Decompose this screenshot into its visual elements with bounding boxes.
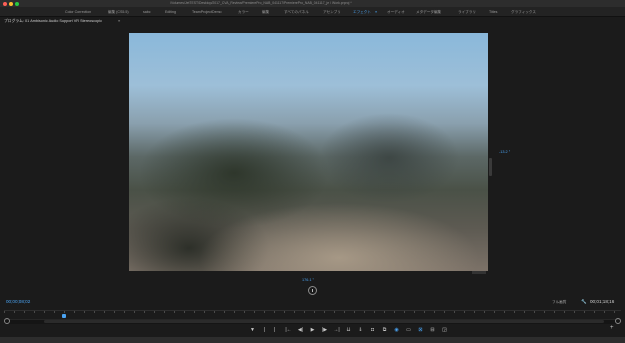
export-frame-button[interactable]: ◘ [368, 326, 377, 334]
workspace-tab-color[interactable]: カラー [238, 7, 249, 17]
play-button[interactable]: ▶ [308, 326, 317, 334]
playback-quality-select[interactable]: フル画質 [552, 300, 566, 305]
time-ruler[interactable] [4, 310, 621, 315]
add-button[interactable]: + [610, 325, 614, 331]
workspace-bar: Color Correction 編集 (CS5.5) sabc Editing… [0, 7, 625, 17]
bottom-bar [0, 337, 625, 343]
current-timecode[interactable]: 00;00;08;02 [6, 299, 30, 304]
program-video-frame[interactable] [129, 33, 488, 271]
settings-wrench-icon[interactable]: 🔧 [581, 299, 587, 305]
program-monitor-title[interactable]: プログラム: 01 Ambisonic Audio Support VR Ste… [4, 17, 102, 25]
workspace-menu-icon[interactable]: ≡ [375, 7, 377, 17]
workspace-tab-color-correction[interactable]: Color Correction [65, 7, 91, 17]
overwrite-button[interactable]: ⇓ [356, 326, 365, 334]
title-bar: /Volumes/JetTEST/Desktop/2017_CVA_Review… [0, 0, 625, 7]
workspace-tab-titles[interactable]: Titles [489, 7, 497, 17]
window-title: /Volumes/JetTEST/Desktop/2017_CVA_Review… [170, 1, 352, 5]
frame-edge-handle [472, 271, 486, 274]
vr-pan-slider[interactable] [489, 158, 492, 176]
workspace-tab-editing[interactable]: Editing [165, 7, 176, 17]
workspace-tab-edit-cs55[interactable]: 編集 (CS5.5) [108, 7, 129, 17]
step-back-button[interactable]: ◀| [296, 326, 305, 334]
program-monitor-header: プログラム: 01 Ambisonic Audio Support VR Ste… [0, 17, 625, 25]
workspace-tab-metadata-editing[interactable]: メタデータ編集 [416, 7, 441, 17]
go-to-in-button[interactable]: |← [284, 326, 293, 334]
add-marker-button[interactable]: ▼ [248, 326, 257, 334]
go-to-out-button[interactable]: →| [332, 326, 341, 334]
panel-menu-icon[interactable]: ≡ [118, 17, 120, 25]
vr-tilt-value[interactable]: 176.1 ° [302, 278, 314, 282]
mark-in-button[interactable]: | [260, 326, 269, 334]
duration-timecode: 00;01;18;16 [590, 299, 615, 304]
workspace-tab-graphics[interactable]: グラフィックス [511, 7, 536, 17]
workspace-tab-sabc[interactable]: sabc [143, 7, 151, 17]
multi-camera-button[interactable]: ⊠ [416, 326, 425, 334]
workspace-tab-audio[interactable]: オーディオ [387, 7, 405, 17]
workspace-tab-all-panels[interactable]: すべてのパネル [284, 7, 309, 17]
workspace-tab-teamprojectdemo[interactable]: TeamProjectDemo [192, 7, 222, 17]
mark-out-button[interactable]: | [270, 326, 279, 334]
toggle-proxies-button[interactable]: ◲ [440, 326, 449, 334]
minimize-window-button[interactable] [9, 1, 13, 6]
safe-margins-button[interactable]: ▭ [404, 326, 413, 334]
vr-pan-value[interactable]: -13.2 ° [499, 150, 510, 154]
close-window-button[interactable] [3, 1, 7, 6]
insert-button[interactable]: ⇊ [344, 326, 353, 334]
vr-tilt-dial-icon[interactable] [308, 286, 317, 295]
zoom-window-button[interactable] [15, 1, 19, 6]
comparison-view-button[interactable]: ⊟ [428, 326, 437, 334]
workspace-tab-effects[interactable]: エフェクト [353, 7, 371, 17]
step-forward-button[interactable]: |▶ [320, 326, 329, 334]
workspace-tab-assembly[interactable]: アセンブリ [323, 7, 341, 17]
transport-controls: ▼ | | |← ◀| ▶ |▶ →| ⇊ ⇓ ◘ ⧉ ◉ ▭ ⊠ ⊟ ◲ [0, 323, 625, 337]
playhead[interactable] [62, 314, 66, 318]
vr-video-toggle-button[interactable]: ◉ [392, 326, 401, 334]
button-editor-button[interactable]: ⧉ [380, 326, 389, 334]
workspace-tab-edit[interactable]: 編集 [262, 7, 269, 17]
workspace-tab-libraries[interactable]: ライブラリ [458, 7, 476, 17]
